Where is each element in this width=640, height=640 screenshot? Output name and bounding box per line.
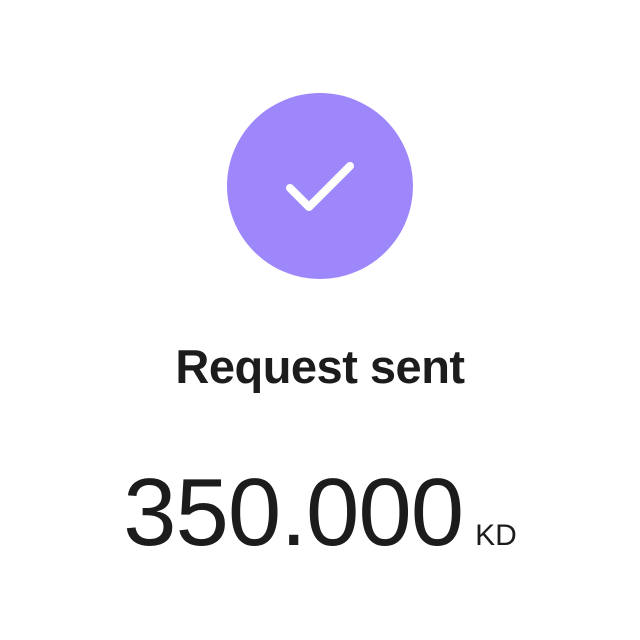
status-title: Request sent — [175, 340, 465, 393]
amount-value: 350.000 — [123, 459, 464, 566]
success-badge — [227, 93, 413, 279]
currency-label: KD — [475, 519, 517, 552]
request-sent-screen: Request sent 350.000 KD — [0, 0, 640, 640]
checkmark-icon — [286, 162, 354, 211]
amount-display: 350.000 KD — [0, 458, 640, 568]
